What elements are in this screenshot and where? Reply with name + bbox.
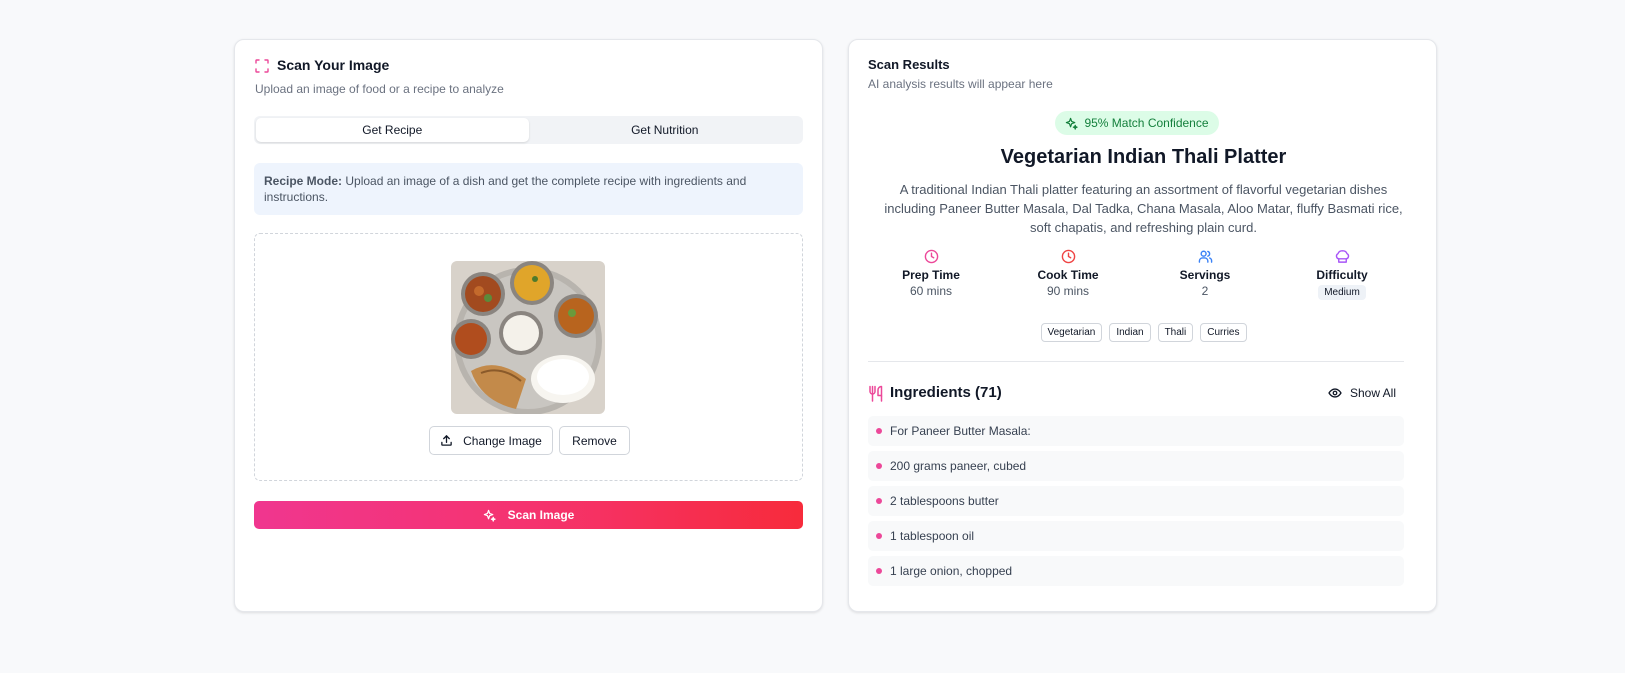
stat-prep-time: Prep Time 60 mins: [881, 249, 981, 298]
scan-results-card: Scan Results AI analysis results will ap…: [848, 39, 1437, 612]
tag: Curries: [1200, 323, 1247, 342]
results-title: Scan Results: [868, 57, 950, 72]
scan-image-card: Scan Your Image Upload an image of food …: [234, 39, 823, 612]
tag: Thali: [1157, 323, 1194, 342]
utensils-icon: [869, 385, 883, 402]
eye-icon: [1328, 388, 1342, 398]
stat-label: Difficulty: [1316, 268, 1368, 282]
scan-frame-icon: [255, 59, 269, 73]
bullet-dot: [876, 498, 882, 504]
stat-value: 60 mins: [909, 284, 953, 298]
stat-servings: Servings 2: [1155, 249, 1255, 298]
ingredient-item: For Paneer Butter Masala:: [868, 416, 1404, 446]
tag-list: Vegetarian Indian Thali Curries: [849, 323, 1436, 342]
ingredients-title: Ingredients (71): [890, 384, 1002, 401]
confidence-badge: 95% Match Confidence: [1055, 111, 1219, 135]
ingredient-text: 1 large onion, chopped: [890, 564, 1013, 578]
change-image-label: Change Image: [463, 433, 542, 448]
bullet-dot: [876, 568, 882, 574]
difficulty-badge: Medium: [1318, 285, 1366, 300]
ingredient-text: 2 tablespoons butter: [890, 494, 999, 508]
clock-icon: [1061, 249, 1075, 264]
tag: Indian: [1109, 323, 1151, 342]
scan-card-subtitle: Upload an image of food or a recipe to a…: [255, 82, 504, 96]
stat-cook-time: Cook Time 90 mins: [1018, 249, 1118, 298]
scan-image-label: Scan Image: [507, 508, 575, 522]
bullet-dot: [876, 533, 882, 539]
ingredient-text: For Paneer Butter Masala:: [890, 424, 1031, 438]
ingredient-item: 1 tablespoon oil: [868, 521, 1404, 551]
tab-get-nutrition[interactable]: Get Nutrition: [529, 118, 802, 142]
change-image-button[interactable]: Change Image: [429, 426, 553, 455]
upload-icon: [441, 435, 452, 446]
bullet-dot: [876, 463, 882, 469]
remove-image-button[interactable]: Remove: [559, 426, 630, 455]
image-drop-zone[interactable]: Change Image Remove: [254, 233, 803, 481]
ingredient-text: 200 grams paneer, cubed: [890, 459, 1027, 473]
tab-get-recipe[interactable]: Get Recipe: [256, 118, 529, 142]
ingredient-item: 1 large onion, chopped: [868, 556, 1404, 586]
show-all-button[interactable]: Show All: [1328, 386, 1396, 400]
ingredients-header: Ingredients (71) Show All: [868, 384, 1404, 406]
stat-value: 90 mins: [1046, 284, 1090, 298]
ingredient-item: 200 grams paneer, cubed: [868, 451, 1404, 481]
sparkles-icon: [483, 509, 496, 522]
stat-label: Prep Time: [902, 268, 960, 282]
results-subtitle: AI analysis results will appear here: [868, 77, 1053, 91]
mode-label: Recipe Mode:: [264, 174, 343, 188]
ingredient-text: 1 tablespoon oil: [890, 529, 975, 543]
scan-card-title: Scan Your Image: [277, 57, 390, 73]
stat-difficulty: Difficulty Medium: [1292, 249, 1392, 300]
bullet-dot: [876, 428, 882, 434]
mode-tabs: Get Recipe Get Nutrition: [254, 116, 803, 144]
dish-title: Vegetarian Indian Thali Platter: [1000, 146, 1287, 168]
stat-label: Servings: [1179, 268, 1231, 282]
ingredients-list: For Paneer Butter Masala: 200 grams pane…: [868, 416, 1404, 591]
confidence-text: 95% Match Confidence: [1084, 116, 1209, 130]
tag: Vegetarian: [1040, 323, 1103, 342]
mode-info-box: Recipe Mode: Upload an image of a dish a…: [254, 163, 803, 215]
chef-hat-icon: [1335, 250, 1349, 263]
ingredient-item: 2 tablespoons butter: [868, 486, 1404, 516]
show-all-label: Show All: [1349, 386, 1396, 400]
stat-label: Cook Time: [1037, 268, 1099, 282]
stat-value: 2: [1201, 284, 1209, 298]
clock-icon: [924, 249, 938, 264]
sparkles-icon: [1066, 117, 1079, 130]
dish-description: A traditional Indian Thali platter featu…: [884, 182, 1403, 235]
uploaded-food-image: [451, 261, 605, 414]
users-icon: [1198, 250, 1212, 263]
scan-image-button[interactable]: Scan Image: [254, 501, 803, 529]
section-divider: [868, 361, 1404, 362]
